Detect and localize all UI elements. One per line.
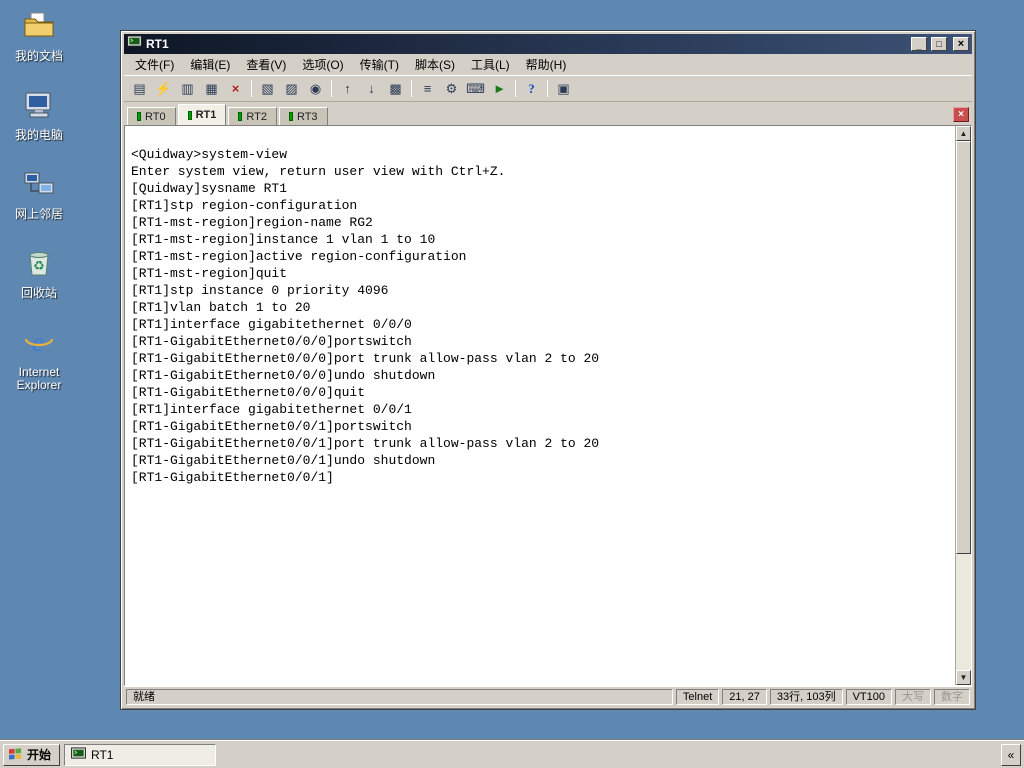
tab-label: RT1 bbox=[195, 109, 217, 121]
desktop-icon-my-documents[interactable]: 我的文档 bbox=[2, 10, 76, 63]
menu-help[interactable]: 帮助(H) bbox=[519, 54, 574, 75]
session-options-icon[interactable]: ⚙ bbox=[440, 78, 463, 99]
minimize-button[interactable]: _ bbox=[911, 37, 927, 51]
download-icon[interactable]: ↓ bbox=[360, 78, 383, 99]
copy-icon[interactable]: ▧ bbox=[256, 78, 279, 99]
session-manager-icon[interactable]: ▤ bbox=[128, 78, 151, 99]
toolbar-separator bbox=[251, 80, 252, 97]
scrollbar-thumb[interactable] bbox=[956, 141, 971, 554]
upload-icon[interactable]: ↑ bbox=[336, 78, 359, 99]
window-system-icon[interactable] bbox=[127, 35, 142, 53]
menu-view[interactable]: 查看(V) bbox=[239, 54, 293, 75]
desktop-icon-list: 我的文档 我的电脑 网上邻居 ♻ 回收站 e Internet Explorer bbox=[2, 10, 76, 392]
status-num-lock: 数字 bbox=[934, 688, 970, 705]
toolbar-separator bbox=[547, 80, 548, 97]
menu-bar: 文件(F) 编辑(E) 查看(V) 选项(O) 传输(T) 脚本(S) 工具(L… bbox=[124, 54, 972, 76]
paste-icon[interactable]: ▨ bbox=[280, 78, 303, 99]
terminal-area: <Quidway>system-view Enter system view, … bbox=[124, 125, 972, 686]
tab-connected-indicator bbox=[137, 112, 141, 121]
print-icon[interactable]: ▩ bbox=[384, 78, 407, 99]
toolbar-separator bbox=[331, 80, 332, 97]
quick-connect-icon[interactable]: ⚡ bbox=[152, 78, 175, 99]
tab-connected-indicator bbox=[187, 110, 192, 120]
tab-rt1[interactable]: RT1 bbox=[177, 104, 227, 125]
session-tab-bar: RT0 RT1 RT2 RT3 × bbox=[124, 102, 972, 125]
run-script-icon[interactable]: ► bbox=[488, 78, 511, 99]
help-icon[interactable]: ? bbox=[520, 78, 543, 99]
tab-label: RT0 bbox=[145, 110, 166, 123]
maximize-button[interactable]: □ bbox=[931, 37, 947, 51]
toolbar-separator bbox=[515, 80, 516, 97]
desktop-icon-label: Internet Explorer bbox=[16, 365, 62, 392]
desktop-icon-my-computer[interactable]: 我的电脑 bbox=[2, 89, 76, 142]
tray-chevron-icon[interactable]: « bbox=[1001, 743, 1021, 766]
toolbar: ▤ ⚡ ▥ ▦ × ▧ ▨ ◉ ↑ ↓ ▩ ≡ ⚙ ⌨ ► ? ▣ bbox=[124, 76, 972, 102]
start-label: 开始 bbox=[27, 748, 52, 762]
desktop-icon-label: 网上邻居 bbox=[14, 207, 63, 221]
internet-explorer-icon: e bbox=[23, 326, 55, 363]
my-documents-icon bbox=[23, 10, 55, 47]
toolbar-separator bbox=[411, 80, 412, 97]
svg-text:e: e bbox=[32, 327, 44, 357]
task-window-icon bbox=[71, 746, 86, 763]
tab-rt0[interactable]: RT0 bbox=[127, 107, 176, 125]
vertical-scrollbar[interactable]: ▲ ▼ bbox=[955, 126, 971, 685]
desktop-icon-internet-explorer[interactable]: e Internet Explorer bbox=[2, 326, 76, 392]
scroll-down-icon[interactable]: ▼ bbox=[956, 670, 971, 685]
properties-icon[interactable]: ≡ bbox=[416, 78, 439, 99]
start-button[interactable]: 开始 bbox=[3, 743, 61, 766]
desktop[interactable]: 我的文档 我的电脑 网上邻居 ♻ 回收站 e Internet Explorer… bbox=[0, 0, 1024, 768]
status-protocol: Telnet bbox=[675, 688, 720, 705]
tab-rt3[interactable]: RT3 bbox=[278, 107, 328, 125]
taskbar: 开始 RT1 « bbox=[0, 740, 1024, 768]
network-places-icon bbox=[23, 168, 55, 205]
status-cursor-position: 21, 27 bbox=[722, 688, 767, 705]
menu-edit[interactable]: 编辑(E) bbox=[183, 54, 237, 75]
titlebar[interactable]: RT1 _ □ × bbox=[124, 34, 972, 54]
clone-session-icon[interactable]: ▥ bbox=[176, 78, 199, 99]
desktop-icon-recycle-bin[interactable]: ♻ 回收站 bbox=[2, 247, 76, 300]
scroll-up-icon[interactable]: ▲ bbox=[956, 126, 971, 141]
disconnect-icon[interactable]: × bbox=[224, 78, 247, 99]
terminal-text: <Quidway>system-view Enter system view, … bbox=[131, 147, 600, 485]
keymap-icon[interactable]: ⌨ bbox=[464, 78, 487, 99]
desktop-icon-label: 回收站 bbox=[20, 286, 57, 300]
task-label: RT1 bbox=[91, 747, 114, 762]
terminal-window: RT1 _ □ × 文件(F) 编辑(E) 查看(V) 选项(O) 传输(T) … bbox=[120, 30, 976, 710]
tile-windows-icon[interactable]: ▣ bbox=[552, 78, 575, 99]
taskbar-task-rt1[interactable]: RT1 bbox=[64, 743, 217, 766]
status-ready: 就绪 bbox=[126, 688, 673, 705]
svg-text:♻: ♻ bbox=[33, 258, 45, 273]
tab-label: RT3 bbox=[296, 110, 318, 123]
my-computer-icon bbox=[23, 89, 55, 126]
status-emulation: VT100 bbox=[845, 688, 892, 705]
menu-script[interactable]: 脚本(S) bbox=[408, 54, 462, 75]
tab-label: RT2 bbox=[246, 110, 267, 123]
menu-file[interactable]: 文件(F) bbox=[128, 54, 181, 75]
scrollbar-track[interactable] bbox=[956, 141, 971, 670]
window-title: RT1 bbox=[146, 37, 169, 51]
desktop-icon-label: 我的电脑 bbox=[14, 128, 63, 142]
desktop-icon-network-places[interactable]: 网上邻居 bbox=[2, 168, 76, 221]
menu-options[interactable]: 选项(O) bbox=[295, 54, 350, 75]
windows-logo-icon bbox=[8, 747, 23, 763]
tab-close-button[interactable]: × bbox=[953, 107, 969, 122]
desktop-icon-label: 我的文档 bbox=[14, 49, 63, 63]
tab-connected-indicator bbox=[288, 112, 293, 121]
menu-transfer[interactable]: 传输(T) bbox=[353, 54, 406, 75]
tab-connected-indicator bbox=[238, 112, 243, 121]
recycle-bin-icon: ♻ bbox=[23, 247, 55, 284]
close-button[interactable]: × bbox=[953, 37, 969, 51]
status-terminal-size: 33行, 103列 bbox=[769, 688, 843, 705]
find-icon[interactable]: ◉ bbox=[304, 78, 327, 99]
terminal-screen[interactable]: <Quidway>system-view Enter system view, … bbox=[125, 126, 955, 685]
tab-rt2[interactable]: RT2 bbox=[228, 107, 277, 125]
status-bar: 就绪 Telnet 21, 27 33行, 103列 VT100 大写 数字 bbox=[124, 686, 972, 706]
status-caps-lock: 大写 bbox=[895, 688, 931, 705]
menu-tools[interactable]: 工具(L) bbox=[464, 54, 517, 75]
connect-icon[interactable]: ▦ bbox=[200, 78, 223, 99]
